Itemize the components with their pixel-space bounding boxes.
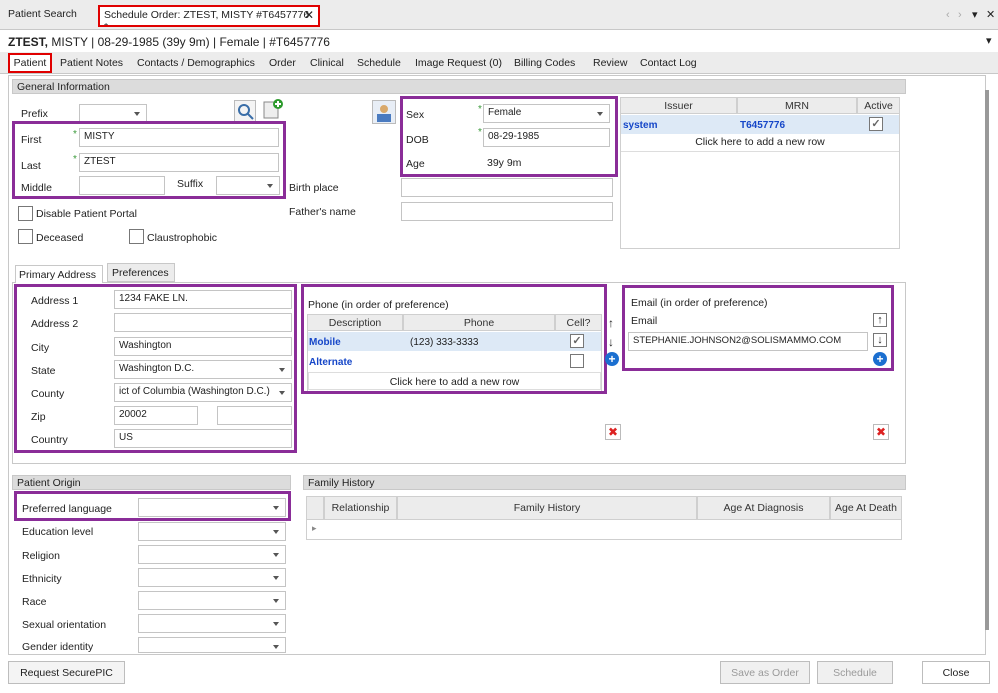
name-highlight-box xyxy=(12,121,286,199)
tab-order[interactable]: Order xyxy=(265,53,300,73)
request-securepic-button[interactable]: Request SecurePIC xyxy=(8,661,125,684)
add-patient-icon[interactable] xyxy=(260,98,284,122)
patient-last-name: ZTEST, xyxy=(8,35,49,49)
phone-move-down-icon[interactable]: ↓ xyxy=(608,335,614,349)
tab-review[interactable]: Review xyxy=(589,53,631,73)
race-select[interactable] xyxy=(138,591,286,610)
close-tab-icon[interactable]: ✕ xyxy=(304,8,314,22)
religion-select[interactable] xyxy=(138,545,286,564)
phone-add-icon[interactable]: + xyxy=(605,352,619,366)
ethnicity-select[interactable] xyxy=(138,568,286,587)
email-delete-icon[interactable]: ✖ xyxy=(873,424,889,440)
sexual-orientation-label: Sexual orientation xyxy=(22,619,107,631)
phone-delete-icon[interactable]: ✖ xyxy=(605,424,621,440)
tabs-menu-icon[interactable]: ▾ xyxy=(972,8,978,21)
scrollbar[interactable] xyxy=(985,90,989,630)
mrn-issuer-cell[interactable]: system xyxy=(623,120,657,131)
family-header-age-death: Age At Death xyxy=(830,496,902,520)
language-highlight-box xyxy=(14,491,291,521)
tab-patient[interactable]: Patient xyxy=(8,53,52,73)
mrn-value-cell[interactable]: T6457776 xyxy=(740,120,785,131)
general-info-header: General Information xyxy=(12,79,906,94)
close-button[interactable]: Close xyxy=(922,661,990,684)
close-icon[interactable]: ✕ xyxy=(986,8,995,21)
patient-summary: | 08-29-1985 (39y 9m) | Female | #T64577… xyxy=(91,35,330,49)
disable-portal-checkbox[interactable] xyxy=(18,206,33,221)
family-history-header: Family History xyxy=(303,475,906,490)
tab-image-request[interactable]: Image Request (0) xyxy=(411,53,506,73)
patient-first-name: MISTY xyxy=(51,35,88,49)
tab-schedule[interactable]: Schedule xyxy=(353,53,405,73)
email-add-icon[interactable]: + xyxy=(873,352,887,366)
birth-place-input[interactable] xyxy=(401,178,613,197)
header-dropdown-icon[interactable]: ▾ xyxy=(986,34,992,47)
religion-label: Religion xyxy=(22,550,60,562)
patient-header: ZTEST, MISTY | 08-29-1985 (39y 9m) | Fem… xyxy=(8,35,330,49)
prefix-label: Prefix xyxy=(21,108,48,120)
family-header-blank xyxy=(306,496,324,520)
mrn-active-checkbox[interactable]: ✓ xyxy=(869,117,883,131)
save-as-order-button[interactable]: Save as Order xyxy=(720,661,810,684)
email-move-down-icon[interactable]: ↓ xyxy=(873,333,887,347)
tab-contact-log[interactable]: Contact Log xyxy=(636,53,701,73)
address-highlight-box xyxy=(14,284,297,453)
tab-clinical[interactable]: Clinical xyxy=(306,53,348,73)
patient-photo-icon[interactable] xyxy=(372,100,396,124)
schedule-button[interactable]: Schedule xyxy=(817,661,893,684)
sexual-orientation-select[interactable] xyxy=(138,614,286,633)
phone-move-up-icon[interactable]: ↑ xyxy=(608,316,614,330)
fathers-name-input[interactable] xyxy=(401,202,613,221)
email-highlight-box xyxy=(622,285,894,371)
forward-icon[interactable]: › xyxy=(958,9,962,21)
claustrophobic-checkbox[interactable] xyxy=(129,229,144,244)
tab-primary-address[interactable]: Primary Address xyxy=(15,265,103,283)
family-header-history: Family History xyxy=(397,496,697,520)
gender-identity-select[interactable] xyxy=(138,637,286,653)
family-row-marker: ▸ xyxy=(312,523,317,533)
tab-patient-search[interactable]: Patient Search xyxy=(8,8,77,20)
family-header-relationship: Relationship xyxy=(324,496,397,520)
disable-portal-label: Disable Patient Portal xyxy=(36,208,137,220)
mrn-header-mrn: MRN xyxy=(737,97,857,114)
back-icon[interactable]: ‹ xyxy=(946,9,950,21)
tab-billing-codes[interactable]: Billing Codes xyxy=(510,53,579,73)
search-person-icon[interactable] xyxy=(234,100,256,122)
tab-contacts-demographics[interactable]: Contacts / Demographics xyxy=(133,53,259,73)
patient-origin-header: Patient Origin xyxy=(12,475,291,490)
education-level-label: Education level xyxy=(22,526,94,538)
mrn-add-row[interactable]: Click here to add a new row xyxy=(621,136,899,152)
birth-place-label: Birth place xyxy=(289,182,339,194)
gender-identity-label: Gender identity xyxy=(22,641,94,653)
demographics-highlight-box xyxy=(400,96,618,177)
mrn-header-issuer: Issuer xyxy=(620,97,737,114)
fathers-name-label: Father's name xyxy=(289,206,356,218)
ethnicity-label: Ethnicity xyxy=(22,573,62,585)
claustrophobic-label: Claustrophobic xyxy=(147,232,218,244)
deceased-label: Deceased xyxy=(36,232,84,244)
mrn-header-active: Active xyxy=(857,97,900,114)
education-level-select[interactable] xyxy=(138,522,286,541)
email-move-up-icon[interactable]: ↑ xyxy=(873,313,887,327)
phone-highlight-box xyxy=(301,284,607,394)
race-label: Race xyxy=(22,596,47,608)
tab-patient-notes[interactable]: Patient Notes xyxy=(56,53,127,73)
tab-preferences[interactable]: Preferences xyxy=(107,263,175,282)
tab-schedule-order[interactable]: Schedule Order: ZTEST, MISTY #T6457776 *… xyxy=(98,5,320,33)
family-header-age-diagnosis: Age At Diagnosis xyxy=(697,496,830,520)
deceased-checkbox[interactable] xyxy=(18,229,33,244)
